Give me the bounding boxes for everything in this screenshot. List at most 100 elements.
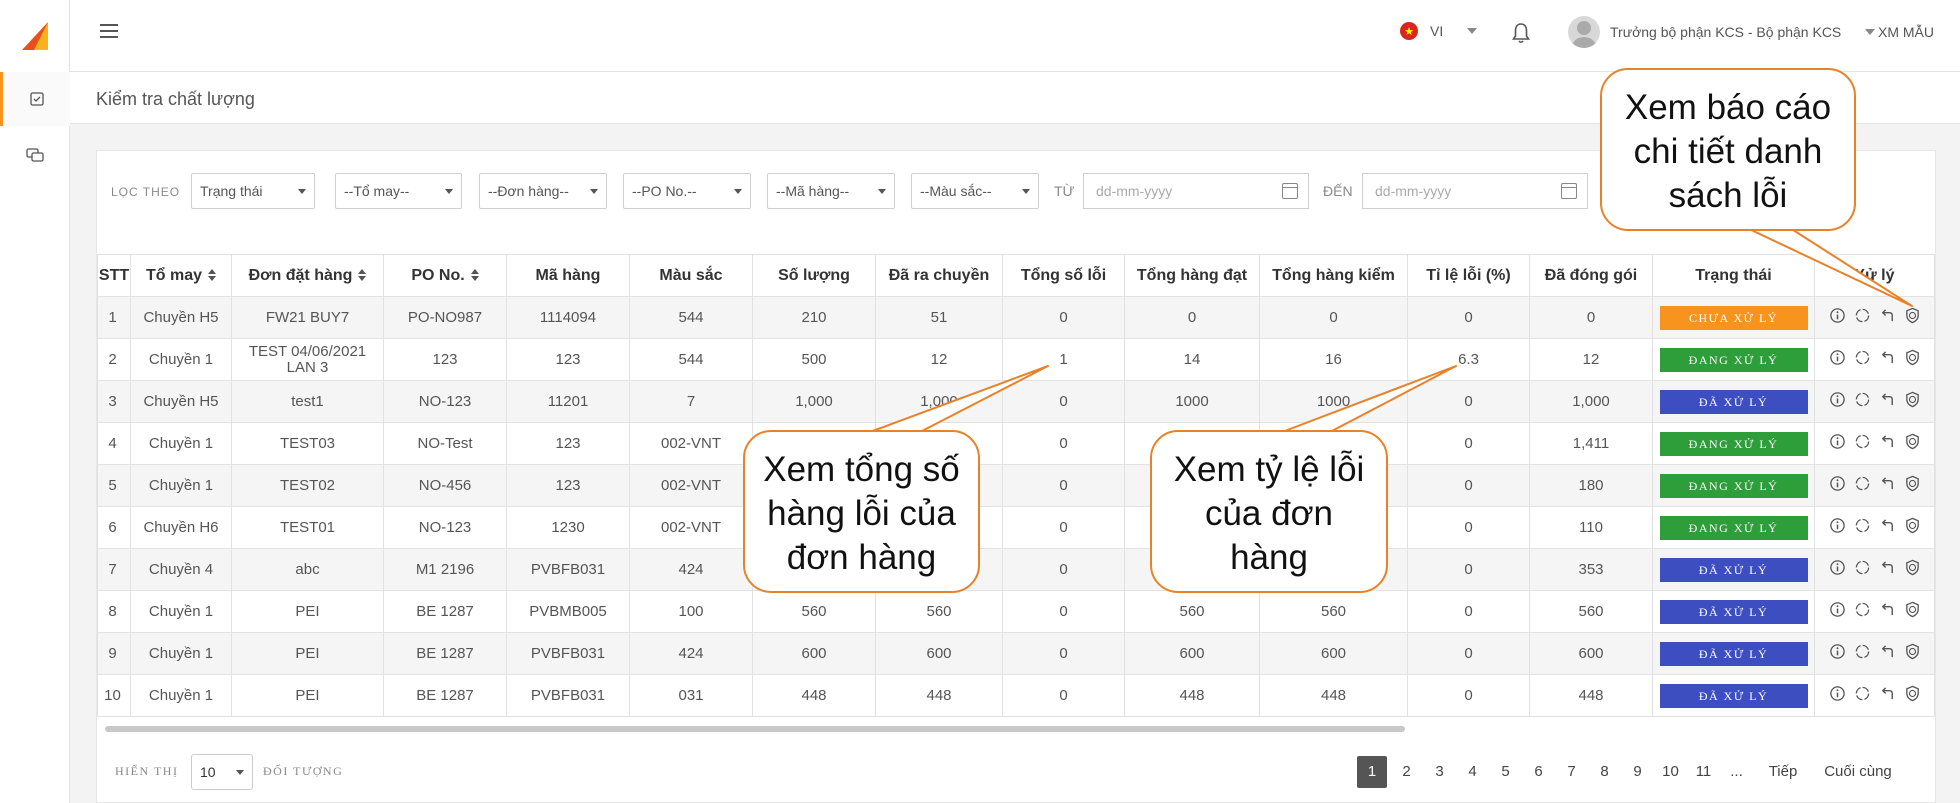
- info-icon[interactable]: [1829, 349, 1846, 370]
- page-size-select[interactable]: 10: [191, 754, 253, 790]
- refresh-icon[interactable]: [1854, 307, 1871, 328]
- cell-defects[interactable]: 0: [1002, 422, 1125, 465]
- po-filter-select[interactable]: --PO No.--: [623, 173, 751, 209]
- cell-defects[interactable]: 0: [1002, 296, 1125, 339]
- table-row[interactable]: 2 Chuyền 1 TEST 04/06/2021 LAN 3 123 123 544 5…: [97, 338, 1935, 381]
- menu-toggle-icon[interactable]: [100, 24, 118, 38]
- cell-rate[interactable]: 6.3: [1407, 338, 1530, 381]
- language-selector[interactable]: ★ VI: [1400, 22, 1478, 40]
- info-icon[interactable]: [1829, 475, 1846, 496]
- undo-icon[interactable]: [1879, 643, 1896, 664]
- info-icon[interactable]: [1829, 559, 1846, 580]
- undo-icon[interactable]: [1879, 349, 1896, 370]
- table-row[interactable]: 9 Chuyền 1 PEI BE 1287 PVBFB031 424 600 600 0 600…: [97, 632, 1935, 675]
- info-icon[interactable]: [1829, 433, 1846, 454]
- code-filter-select[interactable]: --Mã hàng--: [767, 173, 895, 209]
- shield-check-icon[interactable]: [1904, 601, 1921, 622]
- page-button-5[interactable]: 5: [1489, 756, 1522, 788]
- info-icon[interactable]: [1829, 391, 1846, 412]
- info-icon[interactable]: [1829, 601, 1846, 622]
- cell-rate[interactable]: 0: [1407, 548, 1530, 591]
- calendar-icon[interactable]: [1561, 183, 1577, 199]
- undo-icon[interactable]: [1879, 307, 1896, 328]
- undo-icon[interactable]: [1879, 517, 1896, 538]
- status-filter-select[interactable]: Trạng thái: [191, 173, 315, 209]
- page-button-1[interactable]: 1: [1357, 756, 1387, 788]
- cell-rate[interactable]: 0: [1407, 464, 1530, 507]
- sidebar-item-messages[interactable]: [0, 128, 70, 182]
- page-button-9[interactable]: 9: [1621, 756, 1654, 788]
- info-icon[interactable]: [1829, 643, 1846, 664]
- page-button-6[interactable]: 6: [1522, 756, 1555, 788]
- table-row[interactable]: 4 Chuyền 1 TEST03 NO-Test 123 002-VNT 0 0 1,411 Đ…: [97, 422, 1935, 465]
- refresh-icon[interactable]: [1854, 643, 1871, 664]
- shield-check-icon[interactable]: [1904, 349, 1921, 370]
- cell-rate[interactable]: 0: [1407, 506, 1530, 549]
- cell-rate[interactable]: 0: [1407, 632, 1530, 675]
- table-row[interactable]: 8 Chuyền 1 PEI BE 1287 PVBMB005 100 560 560 0 560…: [97, 590, 1935, 633]
- refresh-icon[interactable]: [1854, 601, 1871, 622]
- color-filter-select[interactable]: --Màu sắc--: [911, 173, 1039, 209]
- info-icon[interactable]: [1829, 517, 1846, 538]
- refresh-icon[interactable]: [1854, 433, 1871, 454]
- shield-check-icon[interactable]: [1904, 517, 1921, 538]
- last-page-button[interactable]: Cuối cùng: [1813, 756, 1903, 788]
- cell-defects[interactable]: 0: [1002, 632, 1125, 675]
- cell-defects[interactable]: 0: [1002, 548, 1125, 591]
- next-page-button[interactable]: Tiếp: [1753, 756, 1813, 788]
- cell-defects[interactable]: 0: [1002, 590, 1125, 633]
- cell-rate[interactable]: 0: [1407, 296, 1530, 339]
- sort-icon[interactable]: [470, 269, 479, 282]
- page-button-2[interactable]: 2: [1390, 756, 1423, 788]
- shield-check-icon[interactable]: [1904, 433, 1921, 454]
- cell-rate[interactable]: 0: [1407, 380, 1530, 423]
- cell-rate[interactable]: 0: [1407, 590, 1530, 633]
- undo-icon[interactable]: [1879, 601, 1896, 622]
- user-menu[interactable]: Trưởng bộ phận KCS - Bộ phận KCS: [1568, 16, 1876, 48]
- cell-rate[interactable]: 0: [1407, 422, 1530, 465]
- bell-icon[interactable]: [1512, 22, 1530, 44]
- sidebar-item-quality-check[interactable]: [0, 72, 70, 126]
- refresh-icon[interactable]: [1854, 559, 1871, 580]
- cell-defects[interactable]: 0: [1002, 464, 1125, 507]
- table-row[interactable]: 6 Chuyền H6 TEST01 NO-123 1230 002-VNT 0 0 110 ĐA…: [97, 506, 1935, 549]
- page-button-10[interactable]: 10: [1654, 756, 1687, 788]
- page-button-7[interactable]: 7: [1555, 756, 1588, 788]
- sort-icon[interactable]: [358, 269, 367, 282]
- refresh-icon[interactable]: [1854, 391, 1871, 412]
- cell-defects[interactable]: 0: [1002, 674, 1125, 717]
- col-header-po[interactable]: PO No.: [383, 254, 507, 297]
- info-icon[interactable]: [1829, 685, 1846, 706]
- shield-check-icon[interactable]: [1904, 559, 1921, 580]
- refresh-icon[interactable]: [1854, 349, 1871, 370]
- to-date-input[interactable]: dd-mm-yyyy: [1362, 173, 1588, 209]
- team-filter-select[interactable]: --Tổ may--: [335, 173, 462, 209]
- table-row[interactable]: 1 Chuyền H5 FW21 BUY7 PO-NO987 1114094 544 210…: [97, 296, 1935, 339]
- col-header-team[interactable]: Tổ may: [130, 254, 232, 297]
- page-button-3[interactable]: 3: [1423, 756, 1456, 788]
- table-row[interactable]: 5 Chuyền 1 TEST02 NO-456 123 002-VNT 0 0 180 ĐANG…: [97, 464, 1935, 507]
- cell-defects[interactable]: 0: [1002, 506, 1125, 549]
- undo-icon[interactable]: [1879, 433, 1896, 454]
- undo-icon[interactable]: [1879, 391, 1896, 412]
- undo-icon[interactable]: [1879, 559, 1896, 580]
- col-header-order[interactable]: Đơn đặt hàng: [231, 254, 384, 297]
- shield-check-icon[interactable]: [1904, 307, 1921, 328]
- table-row[interactable]: 7 Chuyền 4 abc M1 2196 PVBFB031 424 0 0 353 ĐÃ XỬ…: [97, 548, 1935, 591]
- cell-rate[interactable]: 0: [1407, 674, 1530, 717]
- table-row[interactable]: 10 Chuyền 1 PEI BE 1287 PVBFB031 031 448 448 0 44…: [97, 674, 1935, 717]
- refresh-icon[interactable]: [1854, 475, 1871, 496]
- sort-icon[interactable]: [208, 269, 216, 282]
- shield-check-icon[interactable]: [1904, 643, 1921, 664]
- shield-check-icon[interactable]: [1904, 685, 1921, 706]
- cell-defects[interactable]: 0: [1002, 380, 1125, 423]
- page-button-11[interactable]: 11: [1687, 756, 1720, 788]
- horizontal-scrollbar[interactable]: [105, 726, 1405, 732]
- refresh-icon[interactable]: [1854, 517, 1871, 538]
- shield-check-icon[interactable]: [1904, 391, 1921, 412]
- info-icon[interactable]: [1829, 307, 1846, 328]
- mode-label[interactable]: XM MẪU: [1878, 24, 1934, 40]
- cell-defects[interactable]: 1: [1002, 338, 1125, 381]
- table-row[interactable]: 3 Chuyền H5 test1 NO-123 11201 7 1,000 1,000 0 10…: [97, 380, 1935, 423]
- order-filter-select[interactable]: --Đơn hàng--: [479, 173, 607, 209]
